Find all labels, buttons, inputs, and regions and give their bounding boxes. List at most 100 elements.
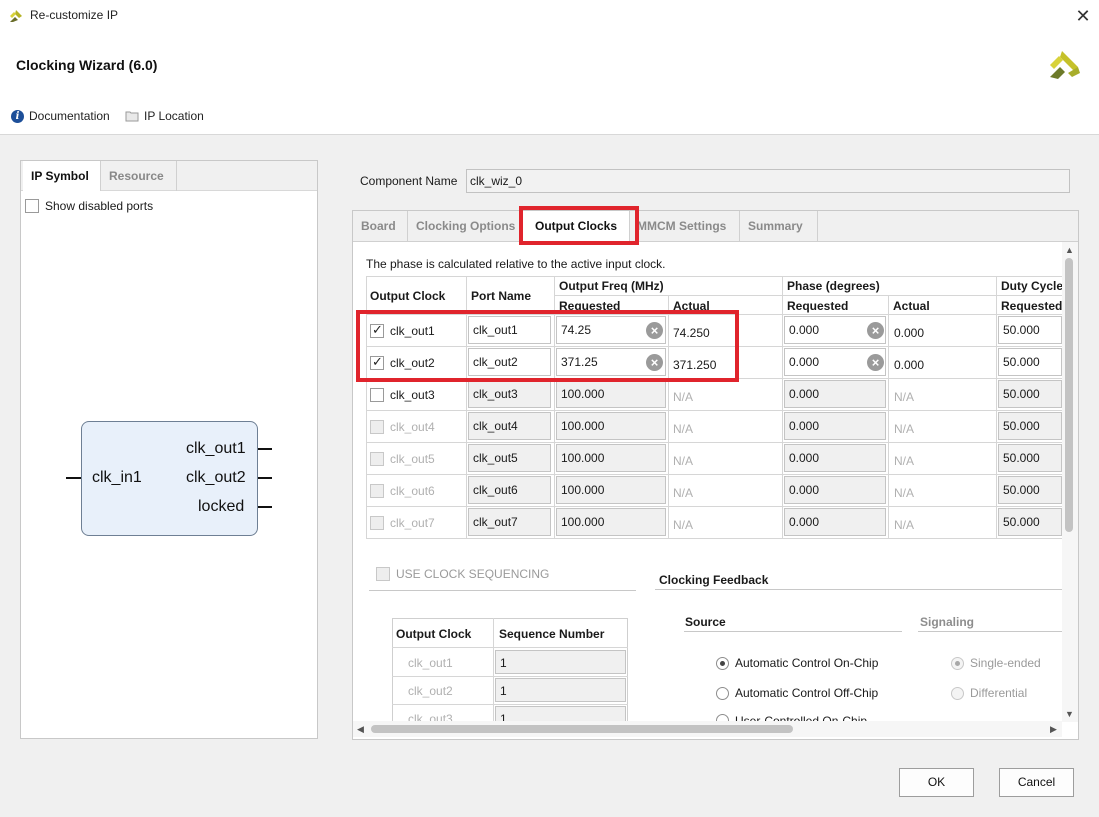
clock-enable-checkbox[interactable] bbox=[370, 420, 384, 434]
radio-label: Single-ended bbox=[970, 656, 1041, 670]
tab-mmcm-settings[interactable]: MMCM Settings bbox=[630, 211, 740, 242]
use-clock-sequencing-option[interactable]: USE CLOCK SEQUENCING bbox=[376, 567, 549, 581]
pin-label-clk-out2: clk_out2 bbox=[186, 469, 246, 486]
tab-board[interactable]: Board bbox=[353, 211, 408, 242]
col-port-name: Port Name bbox=[471, 289, 532, 303]
divider bbox=[655, 589, 1062, 590]
component-name-field[interactable]: clk_wiz_0 bbox=[466, 169, 1070, 193]
port-name-field[interactable]: clk_out4 bbox=[468, 412, 551, 440]
table-border bbox=[996, 276, 997, 538]
row-divider bbox=[392, 676, 628, 677]
radio-button[interactable] bbox=[951, 686, 964, 700]
use-clock-sequencing-checkbox[interactable] bbox=[376, 567, 390, 581]
duty-requested-field[interactable]: 50.000 bbox=[998, 508, 1062, 536]
tab-summary[interactable]: Summary bbox=[740, 211, 818, 242]
freq-actual-value: N/A bbox=[673, 390, 694, 404]
info-icon: i bbox=[11, 109, 24, 123]
clear-icon[interactable]: × bbox=[867, 322, 884, 339]
output-clock-name: clk_out5 bbox=[390, 452, 435, 466]
clock-enable-checkbox[interactable] bbox=[370, 452, 384, 466]
component-name-label: Component Name bbox=[360, 174, 458, 188]
radio-single-ended[interactable]: Single-ended bbox=[951, 656, 1041, 670]
seq-number-field[interactable]: 1 bbox=[495, 650, 626, 674]
clear-icon[interactable]: × bbox=[867, 354, 884, 371]
table-border bbox=[888, 296, 889, 538]
freq-requested-field[interactable]: 100.000 bbox=[556, 412, 666, 440]
col-phase-requested: Requested bbox=[787, 299, 849, 313]
freq-actual-value: N/A bbox=[673, 518, 694, 532]
phase-requested-field[interactable]: 0.000 bbox=[784, 380, 886, 408]
duty-requested-field[interactable]: 50.000 bbox=[998, 412, 1062, 440]
table-border bbox=[366, 276, 1062, 277]
col-output-clock: Output Clock bbox=[370, 289, 446, 303]
show-disabled-ports-checkbox[interactable] bbox=[25, 199, 39, 213]
radio-button[interactable] bbox=[716, 656, 729, 670]
clock-enable-checkbox[interactable] bbox=[370, 484, 384, 498]
page-title: Clocking Wizard (6.0) bbox=[16, 57, 158, 73]
col-duty-requested: Requested bbox=[1001, 299, 1063, 313]
scroll-right-icon[interactable]: ▶ bbox=[1050, 724, 1057, 735]
radio-auto-on-chip[interactable]: Automatic Control On-Chip bbox=[716, 656, 878, 670]
freq-requested-field[interactable]: 100.000 bbox=[556, 444, 666, 472]
ip-location-link[interactable]: IP Location bbox=[125, 109, 204, 123]
scroll-down-icon[interactable]: ▼ bbox=[1065, 709, 1074, 719]
radio-differential[interactable]: Differential bbox=[951, 686, 1027, 700]
freq-actual-value: N/A bbox=[673, 422, 694, 436]
col-phase-actual: Actual bbox=[893, 299, 930, 313]
freq-requested-field[interactable]: 100.000 bbox=[556, 508, 666, 536]
cancel-button[interactable]: Cancel bbox=[999, 768, 1074, 797]
divider bbox=[684, 631, 902, 632]
phase-requested-field[interactable]: 0.000 bbox=[784, 476, 886, 504]
port-name-field[interactable]: clk_out7 bbox=[468, 508, 551, 536]
show-disabled-ports-label: Show disabled ports bbox=[45, 199, 154, 213]
show-disabled-ports-option[interactable]: Show disabled ports bbox=[25, 199, 153, 213]
phase-requested-field[interactable]: 0.000 bbox=[784, 508, 886, 536]
scroll-left-icon[interactable]: ◀ bbox=[357, 724, 364, 735]
clock-enable-checkbox[interactable] bbox=[370, 388, 384, 402]
close-button[interactable]: ✕ bbox=[1069, 3, 1097, 29]
phase-actual-value: N/A bbox=[894, 486, 915, 500]
phase-requested-field[interactable]: 0.000 bbox=[784, 444, 886, 472]
port-name-field[interactable]: clk_out5 bbox=[468, 444, 551, 472]
col-duty-cycle: Duty Cycle bbox=[1001, 279, 1064, 293]
freq-actual-value: N/A bbox=[673, 486, 694, 500]
clock-enable-checkbox[interactable] bbox=[370, 516, 384, 530]
duty-requested-field[interactable]: 50.000 bbox=[998, 316, 1062, 344]
vertical-scroll-thumb[interactable] bbox=[1065, 258, 1073, 532]
output-pin bbox=[258, 506, 272, 508]
scroll-up-icon[interactable]: ▲ bbox=[1065, 245, 1074, 255]
output-pin bbox=[258, 448, 272, 450]
duty-requested-field[interactable]: 50.000 bbox=[998, 348, 1062, 376]
output-pin bbox=[258, 477, 272, 479]
phase-actual-value: 0.000 bbox=[894, 358, 925, 372]
duty-requested-field[interactable]: 50.000 bbox=[998, 476, 1062, 504]
documentation-label: Documentation bbox=[29, 109, 110, 123]
port-name-field[interactable]: clk_out3 bbox=[468, 380, 551, 408]
table-border bbox=[554, 295, 1062, 296]
tab-ip-symbol[interactable]: IP Symbol bbox=[23, 161, 101, 191]
ok-button[interactable]: OK bbox=[899, 768, 974, 797]
duty-requested-field[interactable]: 50.000 bbox=[998, 444, 1062, 472]
radio-auto-off-chip[interactable]: Automatic Control Off-Chip bbox=[716, 686, 878, 700]
duty-requested-field[interactable]: 50.000 bbox=[998, 380, 1062, 408]
radio-button[interactable] bbox=[951, 656, 964, 670]
tab-clocking-options[interactable]: Clocking Options bbox=[408, 211, 522, 242]
freq-requested-field[interactable]: 100.000 bbox=[556, 476, 666, 504]
phase-requested-field[interactable]: 0.000 bbox=[784, 412, 886, 440]
horizontal-scroll-thumb[interactable] bbox=[371, 725, 793, 733]
seq-number-field[interactable]: 1 bbox=[495, 678, 626, 702]
row-divider bbox=[392, 704, 628, 705]
radio-label: Differential bbox=[970, 686, 1028, 700]
clocking-feedback-title: Clocking Feedback bbox=[659, 573, 769, 587]
documentation-link[interactable]: i Documentation bbox=[11, 109, 110, 123]
seq-col-sequence-number: Sequence Number bbox=[499, 627, 605, 641]
use-clock-sequencing-label: USE CLOCK SEQUENCING bbox=[396, 567, 550, 581]
freq-requested-field[interactable]: 100.000 bbox=[556, 380, 666, 408]
port-name-field[interactable]: clk_out6 bbox=[468, 476, 551, 504]
radio-button[interactable] bbox=[716, 686, 729, 700]
output-clock-name: clk_out4 bbox=[390, 420, 435, 434]
phase-actual-value: N/A bbox=[894, 454, 915, 468]
seq-output-clock: clk_out1 bbox=[408, 656, 453, 670]
highlight-output-clocks-tab bbox=[519, 206, 639, 245]
tab-resource[interactable]: Resource bbox=[101, 161, 177, 191]
